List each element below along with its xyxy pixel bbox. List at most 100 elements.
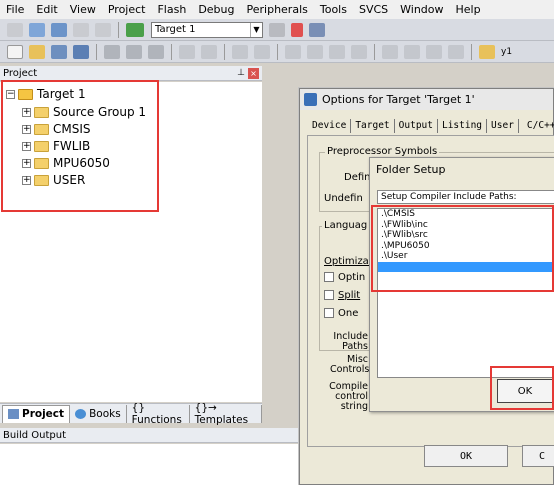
build-icon[interactable] (29, 22, 45, 37)
include-paths-label: Include Paths (333, 331, 368, 352)
file-toolbar: y1 (0, 41, 554, 63)
redo-icon[interactable] (201, 44, 217, 59)
tab-templates-label: {}→ Templates (194, 401, 249, 426)
option-label: Split (338, 290, 361, 301)
tab-project-label: Project (22, 408, 65, 420)
menu-window[interactable]: Window (394, 3, 449, 16)
books-icon (75, 408, 87, 419)
project-tabs: Project Books {} Functions {}→ Templates (0, 401, 262, 426)
tab-user[interactable]: User (487, 119, 519, 133)
bookmark-icon[interactable] (285, 44, 301, 59)
project-pane-header: Project ⊥ × (0, 66, 262, 81)
options-tabs: Device Target Output Listing User C/C++ (308, 119, 554, 133)
toolbar-divider (471, 43, 472, 60)
target-options-icon[interactable] (269, 22, 285, 37)
menu-help[interactable]: Help (450, 3, 487, 16)
folder-setup-titlebar: Folder Setup (370, 158, 554, 180)
menu-peripherals[interactable]: Peripherals (241, 3, 314, 16)
include-paths-heading: Setup Compiler Include Paths: (377, 190, 554, 204)
clear-bookmarks-icon[interactable] (351, 44, 367, 59)
tab-project[interactable]: Project (2, 404, 71, 423)
stop-build-icon[interactable] (95, 22, 111, 37)
target-select[interactable]: Target 1 ▼ (151, 21, 263, 38)
uncomment-icon[interactable] (448, 44, 464, 59)
pane-controls: ⊥ × (237, 67, 259, 79)
compiler-string-label: Compile control string (329, 381, 368, 412)
highlight-box (490, 366, 554, 410)
save-icon[interactable] (51, 44, 67, 59)
tab-device[interactable]: Device (308, 119, 352, 133)
define-label: Defin (342, 172, 373, 183)
menu-bar: File Edit View Project Flash Debug Perip… (0, 0, 554, 19)
project-icon (8, 409, 19, 419)
menu-tools[interactable]: Tools (314, 3, 353, 16)
option-row[interactable]: One (322, 308, 361, 319)
checkbox[interactable] (324, 308, 334, 318)
undo-icon[interactable] (179, 44, 195, 59)
highlight-box (371, 205, 554, 292)
copy-icon[interactable] (126, 44, 142, 59)
highlight-box (1, 80, 159, 212)
menu-svcs[interactable]: SVCS (353, 3, 394, 16)
toolbar-divider (96, 43, 97, 60)
tab-functions[interactable]: {} Functions (127, 401, 190, 426)
option-row[interactable]: Optin (322, 272, 368, 283)
nav-forward-icon[interactable] (254, 44, 270, 59)
folder-setup-title: Folder Setup (376, 162, 446, 176)
manage-components-icon[interactable] (309, 22, 325, 37)
menu-debug[interactable]: Debug (192, 3, 240, 16)
option-label: One (338, 308, 359, 319)
tab-functions-label: {} Functions (131, 401, 182, 426)
tab-target[interactable]: Target (351, 119, 395, 133)
new-file-icon[interactable] (7, 44, 23, 59)
target-select-value: Target 1 (155, 24, 196, 35)
preprocessor-label: Preprocessor Symbols (325, 146, 440, 157)
chevron-down-icon: ▼ (250, 22, 262, 37)
indent-icon[interactable] (382, 44, 398, 59)
menu-file[interactable]: File (0, 3, 30, 16)
tab-c-cpp[interactable]: C/C++ (519, 119, 554, 133)
menu-edit[interactable]: Edit (30, 3, 63, 16)
download-icon[interactable] (126, 22, 144, 37)
build-toolbar: Target 1 ▼ (0, 19, 554, 41)
menu-flash[interactable]: Flash (151, 3, 192, 16)
cancel-button[interactable]: C (522, 445, 554, 467)
find-in-files-icon[interactable] (479, 44, 495, 59)
save-all-icon[interactable] (73, 44, 89, 59)
project-pane-title: Project (3, 67, 38, 79)
open-file-icon[interactable] (29, 44, 45, 59)
cut-icon[interactable] (104, 44, 120, 59)
toolbar-divider (118, 21, 119, 38)
menu-project[interactable]: Project (102, 3, 152, 16)
manage-project-icon[interactable] (291, 22, 303, 37)
undefine-label: Undefin (322, 193, 365, 204)
options-dialog-titlebar: Options for Target 'Target 1' (300, 89, 553, 110)
tab-books[interactable]: Books (70, 404, 127, 423)
option-row[interactable]: Split (322, 290, 363, 301)
paste-icon[interactable] (148, 44, 164, 59)
menu-view[interactable]: View (64, 3, 102, 16)
tab-templates[interactable]: {}→ Templates (190, 401, 262, 426)
build-output-title: Build Output (3, 429, 67, 441)
translate-icon[interactable] (7, 22, 23, 37)
ok-button[interactable]: OK (424, 445, 508, 467)
comment-icon[interactable] (426, 44, 442, 59)
batch-build-icon[interactable] (73, 22, 89, 37)
toolbar-divider (224, 43, 225, 60)
tab-books-label: Books (89, 407, 121, 420)
tab-listing[interactable]: Listing (438, 119, 488, 133)
prev-bookmark-icon[interactable] (307, 44, 323, 59)
close-icon[interactable]: × (248, 67, 259, 79)
rebuild-icon[interactable] (51, 22, 67, 37)
nav-back-icon[interactable] (232, 44, 248, 59)
options-icon (304, 93, 317, 106)
option-label: Optin (338, 272, 366, 283)
misc-controls-label: Misc Controls (330, 354, 370, 375)
pin-icon[interactable]: ⊥ (237, 68, 245, 78)
checkbox[interactable] (324, 290, 334, 300)
unindent-icon[interactable] (404, 44, 420, 59)
checkbox[interactable] (324, 272, 334, 282)
find-text[interactable]: y1 (501, 47, 512, 57)
next-bookmark-icon[interactable] (329, 44, 345, 59)
tab-output[interactable]: Output (395, 119, 438, 133)
